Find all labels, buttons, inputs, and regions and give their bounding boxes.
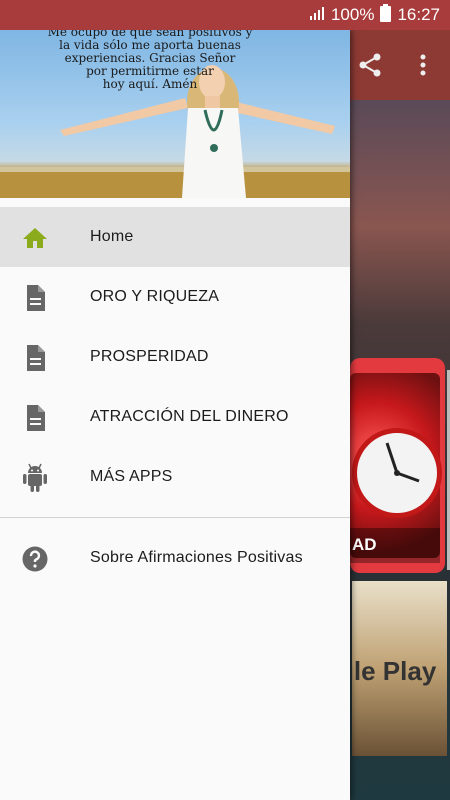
navigation-drawer: Me ocupo de que sean positivos y la vida… bbox=[0, 30, 350, 800]
battery-percent: 100% bbox=[330, 5, 375, 24]
share-icon[interactable] bbox=[355, 50, 385, 80]
signal-icon bbox=[309, 5, 325, 25]
document-icon bbox=[22, 285, 48, 311]
help-icon bbox=[22, 546, 48, 572]
menu-item-label: Sobre Afirmaciones Positivas bbox=[90, 549, 303, 566]
menu-item-oro-y-riqueza[interactable]: ORO Y RIQUEZA bbox=[0, 267, 350, 327]
google-play-card[interactable]: gle Play bbox=[352, 581, 447, 756]
clock-time: 16:27 bbox=[397, 5, 440, 24]
menu-item-atraccion-del-dinero[interactable]: ATRACCIÓN DEL DINERO bbox=[0, 387, 350, 447]
menu-item-label: Home bbox=[90, 228, 134, 245]
clock-card[interactable]: AD bbox=[350, 358, 445, 573]
home-icon bbox=[22, 225, 48, 251]
menu-item-label: ORO Y RIQUEZA bbox=[90, 288, 220, 305]
menu-item-label: PROSPERIDAD bbox=[90, 348, 209, 365]
clock-card-label: AD bbox=[352, 535, 377, 554]
menu-item-home[interactable]: Home bbox=[0, 207, 350, 267]
menu-item-label: MÁS APPS bbox=[90, 468, 173, 485]
alarm-clock-image bbox=[352, 428, 442, 518]
android-icon bbox=[22, 463, 48, 492]
document-icon bbox=[22, 405, 48, 431]
battery-icon bbox=[380, 3, 392, 27]
overflow-menu-icon[interactable] bbox=[408, 50, 438, 80]
menu-item-prosperidad[interactable]: PROSPERIDAD bbox=[0, 327, 350, 387]
menu-item-label: ATRACCIÓN DEL DINERO bbox=[90, 408, 289, 425]
drawer-header-image: Me ocupo de que sean positivos y la vida… bbox=[0, 30, 350, 198]
google-play-card-label: gle Play bbox=[352, 656, 437, 686]
status-icons: 100% 16:27 bbox=[309, 0, 440, 30]
menu-item-mas-apps[interactable]: MÁS APPS bbox=[0, 447, 350, 507]
header-quote: Me ocupo de que sean positivos y la vida… bbox=[47, 30, 253, 91]
menu-divider bbox=[0, 517, 350, 518]
document-icon bbox=[22, 345, 48, 371]
clock-card-image: AD bbox=[350, 373, 442, 563]
menu-item-sobre-afirmaciones[interactable]: Sobre Afirmaciones Positivas bbox=[0, 528, 350, 588]
status-bar: 100% 16:27 bbox=[0, 0, 450, 30]
